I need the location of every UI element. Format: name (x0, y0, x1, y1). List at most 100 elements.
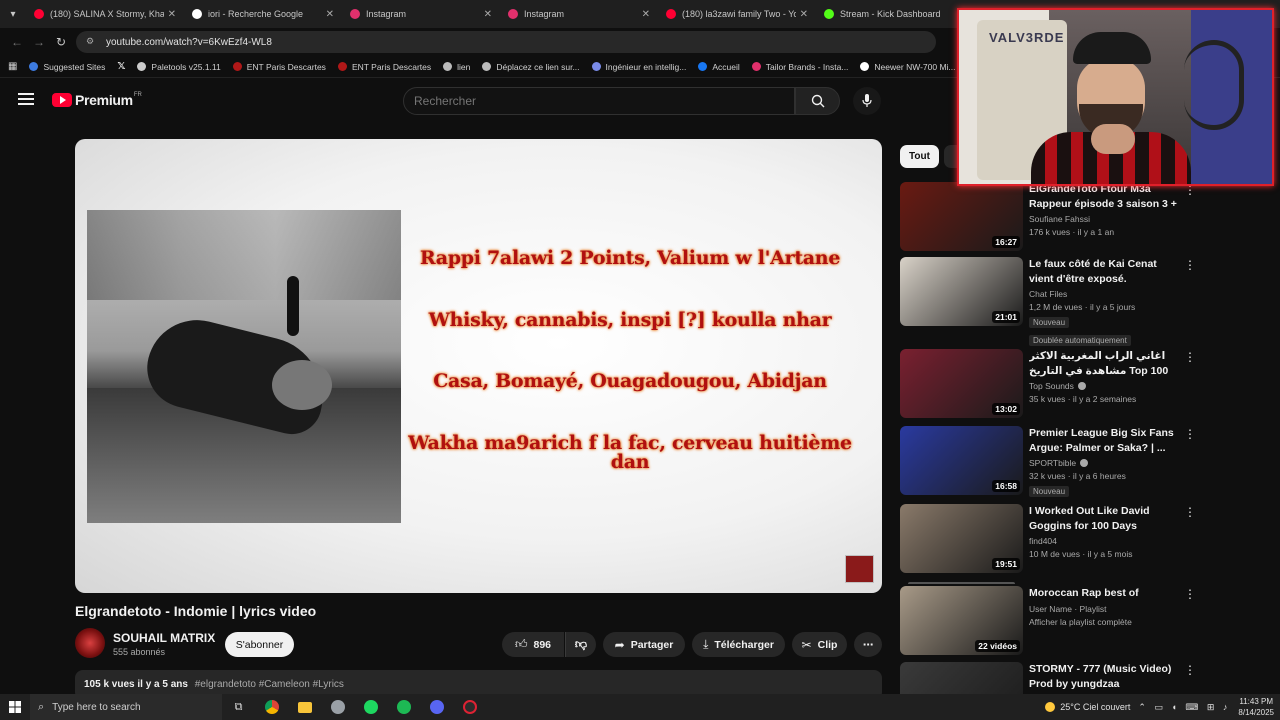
rec-channel[interactable]: User Name · Playlist (1029, 604, 1106, 614)
search-input[interactable] (414, 88, 794, 114)
file-explorer-icon[interactable] (288, 694, 321, 720)
close-tab-icon[interactable]: ✕ (484, 9, 492, 20)
hashtags[interactable]: #elgrandetoto #Cameleon #Lyrics (195, 679, 344, 690)
close-tab-icon[interactable]: ✕ (326, 9, 334, 20)
video-thumbnail[interactable]: 19:51 (900, 504, 1023, 573)
views-meta: 105 k vues il y a 5 ans (84, 679, 188, 690)
video-thumbnail[interactable]: 16:27 (900, 182, 1023, 251)
more-vertical-icon[interactable]: ⋮ (1184, 588, 1196, 600)
bookmark-item[interactable]: Déplacez ce lien sur... (482, 62, 580, 72)
bookmark-item[interactable]: ENT Paris Descartes (337, 61, 432, 72)
obs-icon[interactable] (453, 694, 486, 720)
spotify-icon[interactable] (387, 694, 420, 720)
bookmark-item[interactable]: lien (443, 62, 470, 72)
forward-icon[interactable]: → (28, 31, 50, 53)
bookmark-item[interactable]: Ingénieur en intellig... (591, 62, 686, 72)
address-bar[interactable]: ⚙ youtube.com/watch?v=6KwEzf4-WL8 (76, 31, 936, 53)
rec-channel[interactable]: Chat Files (1029, 289, 1067, 299)
close-tab-icon[interactable]: ✕ (642, 9, 650, 20)
channel-name[interactable]: SOUHAIL MATRIX (113, 631, 215, 645)
duration-badge: 19:51 (992, 558, 1020, 570)
rec-title[interactable]: Moroccan Rap best of (1029, 586, 1181, 601)
video-thumbnail[interactable]: 13:02 (900, 349, 1023, 418)
video-thumbnail[interactable]: 16:58 (900, 426, 1023, 495)
site-info-icon[interactable]: ⚙ (86, 36, 98, 48)
browser-tab[interactable]: (180) SALINA X Stormy, Khal ✕ (26, 0, 184, 28)
chip-all[interactable]: Tout (900, 145, 939, 168)
rec-meta: Afficher la playlist complète (1029, 616, 1132, 627)
chrome-icon[interactable] (255, 694, 288, 720)
browser-tab[interactable]: (180) la3zawi family Two - YouT ✕ (658, 0, 816, 28)
close-tab-icon[interactable]: ✕ (168, 9, 176, 20)
video-player[interactable]: Rappi 7alawi 2 Points, Valium w l'Artane… (75, 139, 882, 593)
more-vertical-icon[interactable]: ⋮ (1184, 351, 1196, 363)
more-vertical-icon[interactable]: ⋮ (1184, 259, 1196, 271)
more-vertical-icon[interactable]: ⋮ (1184, 428, 1196, 440)
rec-title[interactable]: I Worked Out Like David Goggins for 100 … (1029, 504, 1181, 533)
bookmark-item[interactable]: 𝕏 (117, 61, 125, 72)
download-button[interactable]: ⤓ Télécharger (692, 632, 785, 657)
rec-title[interactable]: ElGrandeToto Ftour M3a Rappeur épisode 3… (1029, 182, 1181, 211)
youtube-logo[interactable]: Premium FR (52, 92, 142, 108)
youtube-play-icon (52, 93, 72, 107)
bookmark-item[interactable]: Neewer NW-700 Mi... (860, 62, 956, 72)
rec-channel[interactable]: Soufiane Fahssi (1029, 214, 1090, 224)
close-tab-icon[interactable]: ✕ (800, 9, 808, 20)
channel-watermark[interactable] (845, 555, 874, 583)
webcam-overlay: VALV3RDE (957, 8, 1274, 186)
share-button[interactable]: ➦ Partager (603, 632, 685, 657)
rec-meta: 10 M de vues · il y a 5 mois (1029, 549, 1133, 559)
video-thumbnail[interactable]: 21:01 (900, 257, 1023, 326)
search-box[interactable] (403, 87, 795, 115)
browser-tab[interactable]: Stream - Kick Dashboard (816, 0, 974, 28)
rec-channel[interactable]: find404 (1029, 536, 1057, 546)
lyric-line: Wakha ma9arich f la fac, cerveau huitièm… (408, 431, 852, 473)
tab-favicon-icon (508, 9, 518, 19)
weather-widget[interactable]: 25°C Ciel couvert (1045, 702, 1130, 712)
bookmark-item[interactable]: Accueil (698, 62, 740, 72)
app-icon[interactable] (321, 694, 354, 720)
rec-title[interactable]: Premier League Big Six Fans Argue: Palme… (1029, 426, 1181, 455)
rec-title[interactable]: Le faux côté de Kai Cenat vient d'être e… (1029, 257, 1181, 286)
more-actions-button[interactable]: ⋯ (854, 632, 882, 657)
clip-button[interactable]: ✂ Clip (792, 632, 847, 657)
spotify-green-icon[interactable] (354, 694, 387, 720)
bookmark-label: ENT Paris Descartes (351, 61, 432, 72)
discord-icon[interactable] (420, 694, 453, 720)
taskbar-search[interactable]: ⌕ Type here to search (30, 694, 222, 720)
rec-channel[interactable]: SPORTbible (1029, 458, 1076, 468)
tab-search-icon[interactable]: ▾ (0, 0, 26, 28)
bookmark-item[interactable]: Suggested Sites (29, 62, 105, 72)
channel-avatar[interactable] (75, 628, 105, 658)
rec-title[interactable]: اغاني الراب المغربية الاكثر مشاهدة في ال… (1029, 349, 1181, 378)
more-vertical-icon[interactable]: ⋮ (1184, 664, 1196, 676)
browser-tab[interactable]: iori - Recherche Google ✕ (184, 0, 342, 28)
task-view-icon[interactable]: ⧉ (222, 694, 255, 720)
voice-search-button[interactable] (853, 87, 881, 115)
bookmark-item[interactable]: Tailor Brands - Insta... (751, 62, 848, 72)
weather-icon (1045, 702, 1056, 712)
bookmark-item[interactable]: ENT Paris Descartes (232, 62, 326, 72)
search-button[interactable] (795, 87, 840, 115)
browser-tab[interactable]: Instagram ✕ (342, 0, 500, 28)
rec-title[interactable]: STORMY - 777 (Music Video) Prod by yungd… (1029, 662, 1181, 691)
menu-icon[interactable] (18, 93, 34, 105)
dislike-button[interactable]: 👎︎ (565, 632, 596, 657)
browser-tab[interactable]: Instagram ✕ (500, 0, 658, 28)
like-button[interactable]: 👍︎ 896 (502, 632, 564, 657)
bookmark-label: lien (457, 61, 471, 72)
bookmark-item[interactable]: Paletools v25.1.11 (137, 62, 221, 72)
apps-grid-icon[interactable]: ▦ (8, 61, 17, 72)
windows-start-icon[interactable] (0, 694, 30, 720)
more-vertical-icon[interactable]: ⋮ (1184, 184, 1196, 196)
more-vertical-icon[interactable]: ⋮ (1184, 506, 1196, 518)
back-icon[interactable]: ← (6, 31, 28, 53)
video-thumbnail[interactable]: 22 vidéos (900, 586, 1023, 655)
clock[interactable]: 11:43 PM 8/14/2025 (1238, 696, 1274, 718)
taskbar-search-placeholder: Type here to search (52, 701, 141, 713)
rec-channel[interactable]: Top Sounds (1029, 381, 1074, 391)
tray-icons[interactable]: ⌃ ▭ ◖ ⌨ ⊞ ♪ (1138, 702, 1230, 713)
subscribe-button[interactable]: S'abonner (225, 632, 294, 657)
more-horizontal-icon: ⋯ (862, 638, 874, 651)
reload-icon[interactable]: ↻ (50, 31, 72, 53)
